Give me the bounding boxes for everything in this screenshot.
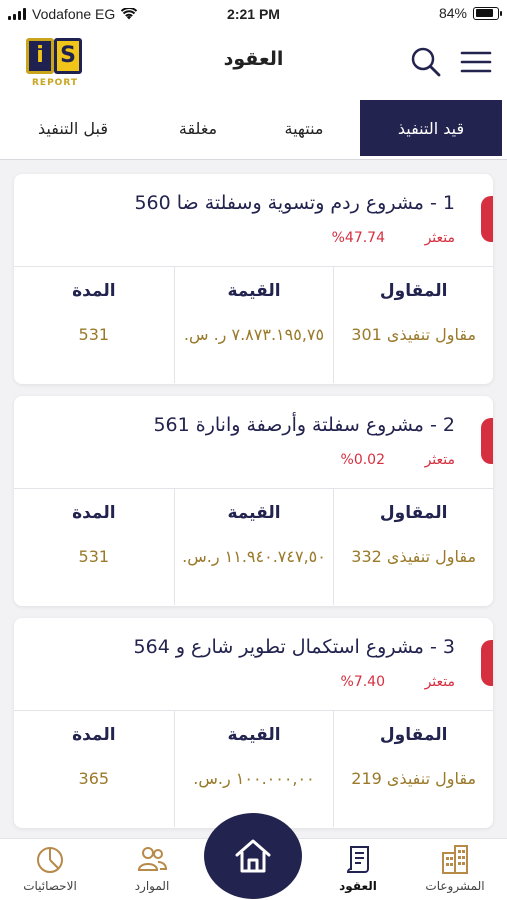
contract-percent: %47.74 <box>331 230 385 246</box>
duration-column: المدة 365 <box>14 711 174 827</box>
duration-value: 365 <box>78 769 110 788</box>
app-header: i S REPORT العقود <box>0 28 507 96</box>
bottom-navigation: المشروعات العقود الموارد الاحصائيات <box>0 813 507 900</box>
contract-percent: %0.02 <box>340 452 385 468</box>
status-accent <box>481 418 493 464</box>
contractor-column: المقاول مقاول تنفيذى 332 <box>333 489 493 605</box>
contractor-value: مقاول تنفيذى 301 <box>351 325 477 344</box>
duration-label: المدة <box>72 281 116 301</box>
chart-icon <box>37 847 63 873</box>
contract-status-tabs: قيد التنفيذ منتهية مغلقة قبل التنفيذ <box>0 96 507 160</box>
battery-percent: 84% <box>438 5 467 21</box>
contractor-column: المقاول مقاول تنفيذى 301 <box>333 267 493 383</box>
nav-projects-label: المشروعات <box>425 879 485 893</box>
nav-contracts[interactable]: العقود <box>318 843 398 899</box>
contract-status: متعثر <box>424 452 455 468</box>
contractor-label: المقاول <box>379 503 448 523</box>
contract-status: متعثر <box>424 674 455 690</box>
contract-status: متعثر <box>424 230 455 246</box>
tab-finished[interactable]: منتهية <box>252 100 356 156</box>
hamburger-menu-icon <box>460 51 492 73</box>
contract-percent: %7.40 <box>340 674 385 690</box>
value-column: القيمة ١١.٩٤٠.٧٤٧,٥٠ ر.س. <box>173 489 334 605</box>
nav-contracts-label: العقود <box>339 879 377 893</box>
value-column: القيمة ٧.٨٧٣.١٩٥,٧٥ ر. س. <box>173 267 334 383</box>
battery-status: 84% <box>438 5 502 21</box>
search-icon <box>411 47 441 77</box>
tab-before-execution[interactable]: قبل التنفيذ <box>8 100 138 156</box>
value-column: القيمة ١٠٠.٠٠٠,٠٠ ر.س. <box>173 711 334 827</box>
contract-card[interactable]: 2 - مشروع سفلتة وأرصفة وانارة 561 متعثر … <box>14 396 493 606</box>
menu-button[interactable] <box>460 48 492 76</box>
nav-resources[interactable]: الموارد <box>112 843 192 899</box>
battery-icon <box>473 6 502 20</box>
duration-label: المدة <box>72 503 116 523</box>
status-bar: Vodafone EG 2:21 PM 84% <box>0 0 507 28</box>
duration-value: 531 <box>78 325 110 344</box>
contract-title: 1 - مشروع ردم وتسوية وسفلتة ضا 560 <box>134 192 455 214</box>
tab-in-progress[interactable]: قيد التنفيذ <box>360 100 502 156</box>
duration-label: المدة <box>72 725 116 745</box>
contractor-column: المقاول مقاول تنفيذى 219 <box>333 711 493 827</box>
value-label: القيمة <box>227 281 281 301</box>
duration-column: المدة 531 <box>14 267 174 383</box>
value-label: القيمة <box>227 725 281 745</box>
contract-title: 3 - مشروع استكمال تطوير شارع و 564 <box>133 636 455 658</box>
value-label: القيمة <box>227 503 281 523</box>
search-button[interactable] <box>410 46 442 78</box>
contract-title: 2 - مشروع سفلتة وأرصفة وانارة 561 <box>153 414 455 436</box>
buildings-icon <box>442 845 468 874</box>
nav-statistics[interactable]: الاحصائيات <box>10 843 90 899</box>
status-accent <box>481 196 493 242</box>
contract-card[interactable]: 1 - مشروع ردم وتسوية وسفلتة ضا 560 متعثر… <box>14 174 493 384</box>
contractor-value: مقاول تنفيذى 332 <box>351 547 477 566</box>
contractor-label: المقاول <box>379 281 448 301</box>
duration-column: المدة 531 <box>14 489 174 605</box>
contractor-label: المقاول <box>379 725 448 745</box>
home-button[interactable] <box>204 813 302 899</box>
home-icon <box>235 839 271 873</box>
contract-card[interactable]: 3 - مشروع استكمال تطوير شارع و 564 متعثر… <box>14 618 493 828</box>
contract-value: ١٠٠.٠٠٠,٠٠ ر.س. <box>193 769 315 788</box>
nav-statistics-label: الاحصائيات <box>23 879 77 893</box>
tab-closed[interactable]: مغلقة <box>148 100 248 156</box>
clock: 2:21 PM <box>227 6 280 22</box>
contract-value: ٧.٨٧٣.١٩٥,٧٥ ر. س. <box>183 325 325 344</box>
people-icon <box>137 847 168 871</box>
nav-projects[interactable]: المشروعات <box>415 843 495 899</box>
contract-value: ١١.٩٤٠.٧٤٧,٥٠ ر.س. <box>182 547 326 566</box>
contract-icon <box>346 846 369 873</box>
nav-resources-label: الموارد <box>134 879 170 893</box>
contractor-value: مقاول تنفيذى 219 <box>351 769 477 788</box>
status-accent <box>481 640 493 686</box>
duration-value: 531 <box>78 547 110 566</box>
